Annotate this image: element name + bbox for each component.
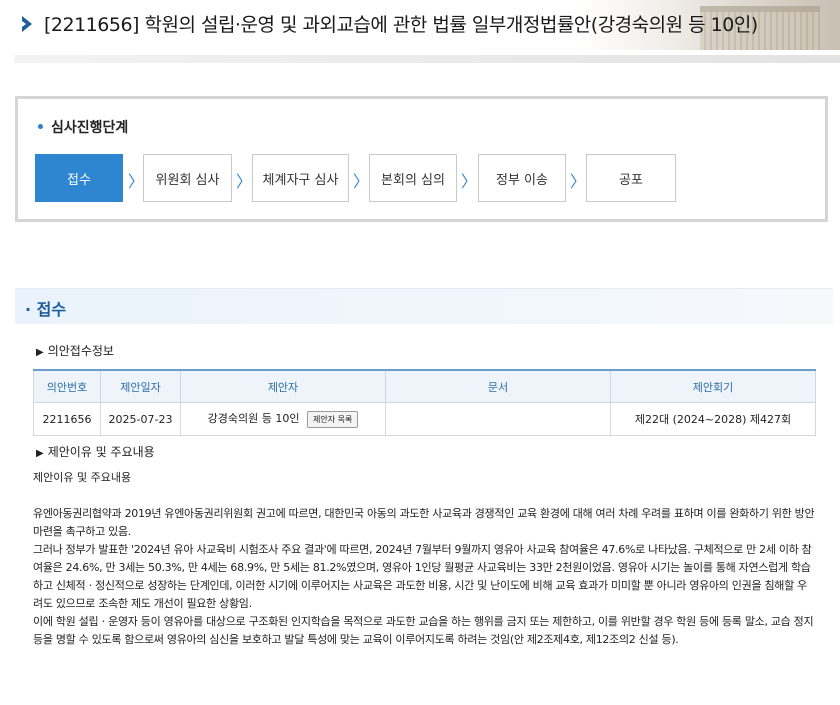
cell-bill-no: 2211656 bbox=[33, 402, 101, 436]
step-received[interactable]: 접수 bbox=[35, 154, 123, 202]
section-header: · 접수 bbox=[15, 288, 833, 324]
page-header: [2211656] 학원의 설립·운영 및 과외교습에 관한 법률 일부개정법률… bbox=[0, 0, 840, 64]
column-header-proposer: 제안자 bbox=[180, 369, 386, 403]
step-legal-review[interactable]: 체계자구 심사 bbox=[252, 154, 349, 202]
chevron-right-icon: 〉 bbox=[570, 172, 587, 191]
bullet-icon: · bbox=[25, 300, 37, 319]
proposer-text: 강경숙의원 등 10인 bbox=[207, 412, 300, 426]
reason-paragraph: 이에 학원 설립ㆍ운영자 등이 영유아를 대상으로 구조화된 인지학습을 목적으… bbox=[33, 615, 814, 646]
column-header-document: 문서 bbox=[385, 369, 611, 403]
bill-info-table: 의안번호 제안일자 제안자 문서 제안회기 2211656 2025-07-23… bbox=[33, 369, 816, 436]
review-progress-panel: • 심사진행단계 접수 〉 위원회 심사 〉 체계자구 심사 〉 본회의 심의 〉… bbox=[15, 96, 828, 222]
step-committee-review[interactable]: 위원회 심사 bbox=[143, 154, 232, 202]
proposer-list-button[interactable]: 제안자 목록 bbox=[307, 410, 359, 428]
reason-heading: 제안이유 및 주요내용 bbox=[33, 471, 132, 484]
cell-date: 2025-07-23 bbox=[100, 402, 181, 436]
chevron-right-icon bbox=[22, 16, 32, 32]
table-header-row: 의안번호 제안일자 제안자 문서 제안회기 bbox=[33, 369, 816, 403]
reason-body: 유엔아동권리협약과 2019년 유엔아동권리위원회 권고에 따르면, 대한민국 … bbox=[33, 505, 815, 649]
chevron-right-icon: 〉 bbox=[236, 172, 253, 191]
bill-title: [2211656] 학원의 설립·운영 및 과외교습에 관한 법률 일부개정법률… bbox=[44, 14, 758, 36]
cell-proposer: 강경숙의원 등 10인 제안자 목록 bbox=[180, 402, 386, 436]
column-header-bill-no: 의안번호 bbox=[33, 369, 101, 403]
bullet-icon: • bbox=[36, 120, 45, 136]
step-government-transfer[interactable]: 정부 이송 bbox=[478, 154, 566, 202]
column-header-date: 제안일자 bbox=[100, 369, 181, 403]
chevron-right-icon: 〉 bbox=[353, 172, 370, 191]
table-row: 2211656 2025-07-23 강경숙의원 등 10인 제안자 목록 제2… bbox=[33, 402, 816, 436]
section-title: · 접수 bbox=[25, 300, 67, 319]
triangle-right-icon: ▶ bbox=[36, 448, 44, 459]
cell-document bbox=[385, 402, 611, 436]
header-divider bbox=[14, 55, 840, 63]
cell-session: 제22대 (2024~2028) 제427회 bbox=[610, 402, 816, 436]
reason-paragraph: 그러나 정부가 발표한 '2024년 유아 사교육비 시험조사 주요 결과'에 … bbox=[33, 543, 812, 610]
reason-paragraph: 유엔아동권리협약과 2019년 유엔아동권리위원회 권고에 따르면, 대한민국 … bbox=[33, 507, 815, 538]
column-header-session: 제안회기 bbox=[610, 369, 816, 403]
step-plenary-deliberation[interactable]: 본회의 심의 bbox=[369, 154, 457, 202]
chevron-right-icon: 〉 bbox=[128, 172, 145, 191]
chevron-right-icon: 〉 bbox=[461, 172, 478, 191]
step-promulgation[interactable]: 공포 bbox=[586, 154, 676, 202]
bill-info-subheading: ▶ 의안접수정보 bbox=[36, 344, 114, 358]
review-progress-title: • 심사진행단계 bbox=[36, 120, 129, 136]
triangle-right-icon: ▶ bbox=[36, 347, 44, 358]
reason-subheading: ▶ 제안이유 및 주요내용 bbox=[36, 445, 155, 459]
